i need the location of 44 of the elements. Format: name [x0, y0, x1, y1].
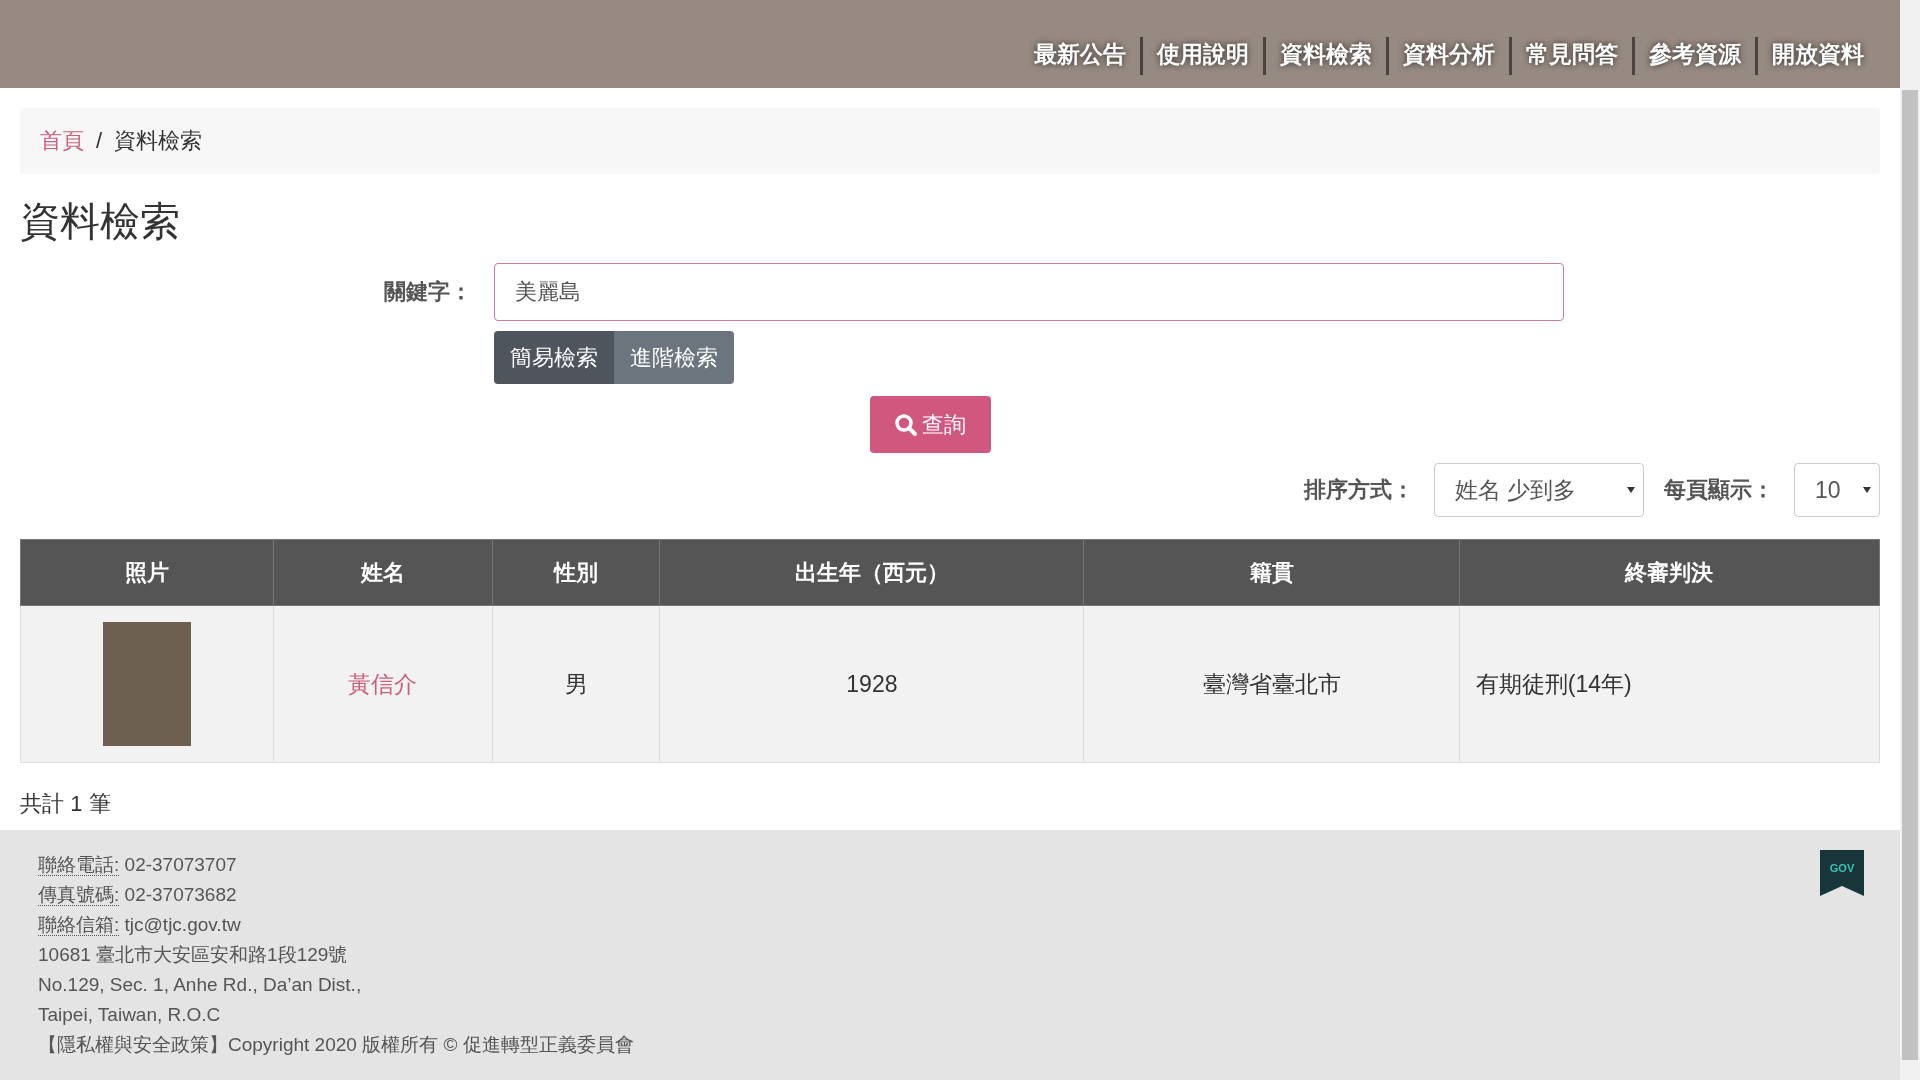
keyword-field[interactable]: 美麗島	[494, 263, 1564, 321]
breadcrumb-separator: /	[96, 128, 103, 154]
search-mode-tab[interactable]: 簡易檢索	[494, 331, 614, 384]
column-header: 籍貫	[1083, 539, 1460, 606]
page-title: 資料檢索	[20, 198, 181, 245]
column-header: 性別	[492, 539, 660, 606]
table-cell: 有期徒刑(14年)	[1459, 605, 1880, 763]
nav-link[interactable]: 常見問答	[1512, 38, 1632, 70]
caret-icon	[1863, 487, 1871, 493]
table-cell: 臺灣省臺北市	[1083, 605, 1460, 763]
table-cell: 男	[492, 605, 660, 763]
privacy-link[interactable]: 【隱私權與安全政策】	[38, 1030, 228, 1060]
gov-badge: GOV	[1820, 850, 1864, 896]
nav-link[interactable]: 資料分析	[1389, 38, 1509, 70]
contact-line: 聯絡電話: 02-37073707	[38, 853, 238, 878]
sort-select[interactable]: 姓名 少到多	[1434, 463, 1644, 517]
address-line: 10681 臺北市大安區安和路1段129號	[38, 943, 349, 967]
sort-label: 排序方式：	[1304, 476, 1414, 504]
nav-link[interactable]: 資料檢索	[1266, 38, 1386, 70]
address-line: Taipei, Taiwan, R.O.C	[38, 1003, 222, 1027]
search-mode-tab[interactable]: 進階檢索	[614, 331, 734, 384]
nav-link[interactable]: 參考資源	[1635, 38, 1755, 70]
per-page-select[interactable]: 10	[1794, 463, 1880, 517]
contact-line: 聯絡信箱: tjc@tjc.gov.tw	[38, 913, 242, 938]
column-header: 姓名	[273, 539, 493, 606]
nav-link[interactable]: 最新公告	[1020, 38, 1140, 70]
table-cell: 1928	[659, 605, 1084, 763]
nav-link[interactable]: 使用說明	[1143, 38, 1263, 70]
result-count: 共計 1 筆	[20, 790, 112, 818]
per-page-label: 每頁顯示：	[1664, 476, 1774, 504]
search-icon	[894, 412, 918, 437]
address-line: No.129, Sec. 1, Anhe Rd., Da’an Dist.,	[38, 973, 363, 997]
name-link[interactable]: 黃信介	[348, 670, 418, 697]
search-button[interactable]: 查詢	[869, 396, 991, 453]
caret-icon	[1627, 487, 1635, 493]
copyright-text: Copyright 2020 版權所有 © 促進轉型正義委員會	[228, 1033, 634, 1057]
nav-link[interactable]: 開放資料	[1758, 38, 1878, 70]
breadcrumb-current: 資料檢索	[114, 127, 203, 155]
keyword-label: 關鍵字：	[383, 278, 473, 306]
column-header: 終審判決	[1459, 539, 1880, 606]
column-header: 出生年（西元）	[659, 539, 1084, 606]
column-header: 照片	[20, 539, 274, 606]
contact-line: 傳真號碼: 02-37073682	[38, 883, 238, 908]
breadcrumb-link[interactable]: 首頁	[40, 126, 84, 156]
